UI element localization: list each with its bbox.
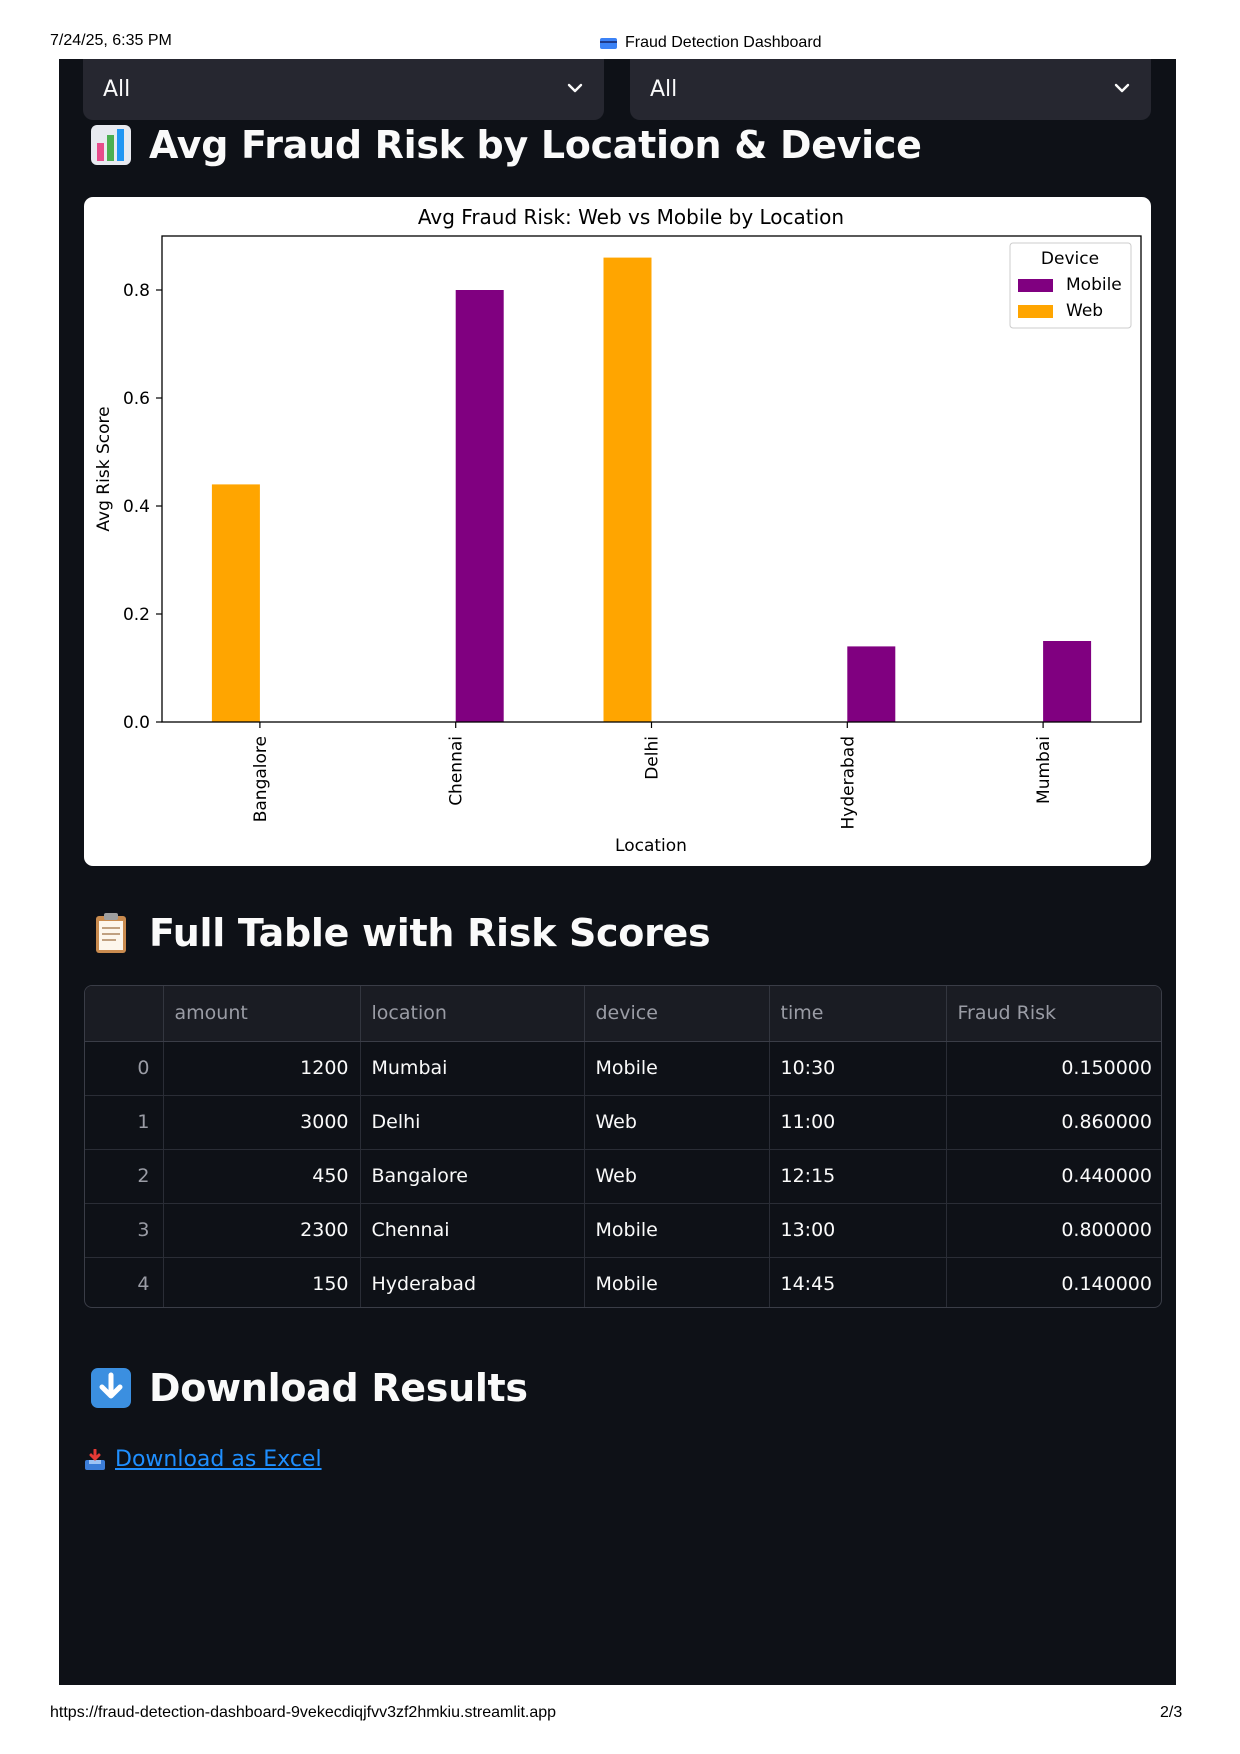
cell-amount[interactable]: 150 bbox=[163, 1257, 361, 1307]
table-row: 1 3000 Delhi Web 11:00 0.860000 bbox=[85, 1095, 1161, 1150]
print-datetime: 7/24/25, 6:35 PM bbox=[50, 32, 172, 49]
y-tick-label: 0.4 bbox=[123, 497, 150, 517]
y-tick-label: 0.8 bbox=[123, 281, 150, 301]
bar-web-delhi bbox=[603, 257, 652, 722]
print-page-number: 2/3 bbox=[1160, 1704, 1183, 1721]
cell-time[interactable]: 14:45 bbox=[769, 1257, 947, 1307]
clipboard-icon bbox=[96, 913, 126, 953]
table-row: 3 2300 Chennai Mobile 13:00 0.800000 bbox=[85, 1203, 1161, 1258]
chevron-down-icon bbox=[567, 83, 583, 93]
print-url: https://fraud-detection-dashboard-9vekec… bbox=[50, 1704, 557, 1721]
cell-time[interactable]: 11:00 bbox=[769, 1095, 947, 1150]
chart-y-axis-label: Avg Risk Score bbox=[94, 406, 114, 531]
table-header-row: amount location device time Fraud Risk bbox=[85, 986, 1161, 1042]
cell-device[interactable]: Mobile bbox=[584, 1041, 770, 1096]
y-tick-label: 0.0 bbox=[123, 713, 150, 733]
bar-mobile-mumbai bbox=[1043, 641, 1092, 722]
cell-location[interactable]: Hyderabad bbox=[360, 1257, 585, 1307]
cell-time[interactable]: 10:30 bbox=[769, 1041, 947, 1096]
table-section-heading-text: Full Table with Risk Scores bbox=[149, 911, 711, 955]
download-section-heading: Download Results bbox=[89, 1366, 528, 1410]
print-page-title: Fraud Detection Dashboard bbox=[600, 34, 822, 52]
legend-label-mobile: Mobile bbox=[1066, 275, 1122, 295]
cell-fraud-risk[interactable]: 0.440000 bbox=[946, 1149, 1161, 1204]
column-header-amount[interactable]: amount bbox=[163, 986, 361, 1042]
device-filter-select[interactable]: All bbox=[630, 59, 1151, 120]
cell-amount[interactable]: 450 bbox=[163, 1149, 361, 1204]
chart-x-axis-label: Location bbox=[615, 836, 687, 856]
cell-device[interactable]: Web bbox=[584, 1149, 770, 1204]
chart-legend: Device Mobile Web bbox=[1009, 242, 1132, 329]
cell-device[interactable]: Mobile bbox=[584, 1257, 770, 1307]
cell-location[interactable]: Delhi bbox=[360, 1095, 585, 1150]
y-tick-label: 0.2 bbox=[123, 605, 150, 625]
chart-title: Avg Fraud Risk: Web vs Mobile by Locatio… bbox=[418, 205, 844, 229]
legend-title: Device bbox=[1041, 249, 1099, 269]
row-index[interactable]: 0 bbox=[85, 1041, 164, 1096]
print-page-title-text: Fraud Detection Dashboard bbox=[625, 34, 822, 51]
column-header-index[interactable] bbox=[85, 986, 164, 1042]
table-row: 2 450 Bangalore Web 12:15 0.440000 bbox=[85, 1149, 1161, 1204]
risk-data-table[interactable]: amount location device time Fraud Risk 0… bbox=[84, 985, 1162, 1308]
column-header-time[interactable]: time bbox=[769, 986, 947, 1042]
table-row: 0 1200 Mumbai Mobile 10:30 0.150000 bbox=[85, 1041, 1161, 1096]
bar-chart: Avg Fraud Risk: Web vs Mobile by Locatio… bbox=[94, 205, 1142, 856]
row-index[interactable]: 4 bbox=[85, 1257, 164, 1307]
down-arrow-icon bbox=[91, 1368, 131, 1408]
cell-location[interactable]: Chennai bbox=[360, 1203, 585, 1258]
cell-time[interactable]: 13:00 bbox=[769, 1203, 947, 1258]
table-section-heading: Full Table with Risk Scores bbox=[89, 911, 711, 955]
y-tick-label: 0.6 bbox=[123, 389, 150, 409]
cell-fraud-risk[interactable]: 0.150000 bbox=[946, 1041, 1161, 1096]
cell-location[interactable]: Mumbai bbox=[360, 1041, 585, 1096]
row-index[interactable]: 3 bbox=[85, 1203, 164, 1258]
location-filter-value: All bbox=[103, 77, 131, 102]
cell-device[interactable]: Mobile bbox=[584, 1203, 770, 1258]
legend-swatch-web bbox=[1018, 305, 1053, 318]
cell-amount[interactable]: 1200 bbox=[163, 1041, 361, 1096]
cell-fraud-risk[interactable]: 0.860000 bbox=[946, 1095, 1161, 1150]
table-row: 4 150 Hyderabad Mobile 14:45 0.140000 bbox=[85, 1257, 1161, 1307]
row-index[interactable]: 2 bbox=[85, 1149, 164, 1204]
cell-fraud-risk[interactable]: 0.800000 bbox=[946, 1203, 1161, 1258]
cell-amount[interactable]: 2300 bbox=[163, 1203, 361, 1258]
cell-location[interactable]: Bangalore bbox=[360, 1149, 585, 1204]
bar-mobile-chennai bbox=[455, 290, 504, 722]
credit-card-icon bbox=[600, 37, 617, 49]
chart-section-heading: Avg Fraud Risk by Location & Device bbox=[89, 123, 922, 167]
bar-chart-icon bbox=[91, 125, 131, 165]
legend-label-web: Web bbox=[1066, 301, 1103, 321]
column-header-device[interactable]: device bbox=[584, 986, 770, 1042]
x-tick-label: Hyderabad bbox=[838, 736, 858, 830]
bar-web-bangalore bbox=[211, 484, 260, 722]
x-tick-label: Mumbai bbox=[1034, 736, 1054, 804]
cell-device[interactable]: Web bbox=[584, 1095, 770, 1150]
column-header-location[interactable]: location bbox=[360, 986, 585, 1042]
location-filter-select[interactable]: All bbox=[83, 59, 604, 120]
download-excel-link[interactable]: Download as Excel bbox=[84, 1447, 322, 1472]
download-excel-link-label: Download as Excel bbox=[115, 1447, 322, 1472]
x-tick-label: Chennai bbox=[447, 736, 467, 806]
chart-card: Avg Fraud Risk: Web vs Mobile by Locatio… bbox=[84, 197, 1151, 866]
cell-fraud-risk[interactable]: 0.140000 bbox=[946, 1257, 1161, 1307]
app-main: All All Avg Fraud Risk by Location & Dev… bbox=[59, 59, 1176, 1685]
x-tick-label: Bangalore bbox=[251, 736, 271, 822]
bar-mobile-hyderabad bbox=[847, 646, 896, 722]
chevron-down-icon bbox=[1114, 83, 1130, 93]
chart-section-heading-text: Avg Fraud Risk by Location & Device bbox=[149, 123, 922, 167]
row-index[interactable]: 1 bbox=[85, 1095, 164, 1150]
inbox-tray-icon bbox=[85, 1448, 105, 1470]
cell-amount[interactable]: 3000 bbox=[163, 1095, 361, 1150]
x-tick-label: Delhi bbox=[643, 736, 663, 780]
download-section-heading-text: Download Results bbox=[149, 1366, 528, 1410]
device-filter-value: All bbox=[650, 77, 678, 102]
legend-swatch-mobile bbox=[1018, 279, 1053, 292]
cell-time[interactable]: 12:15 bbox=[769, 1149, 947, 1204]
column-header-fraud-risk[interactable]: Fraud Risk bbox=[946, 986, 1161, 1042]
